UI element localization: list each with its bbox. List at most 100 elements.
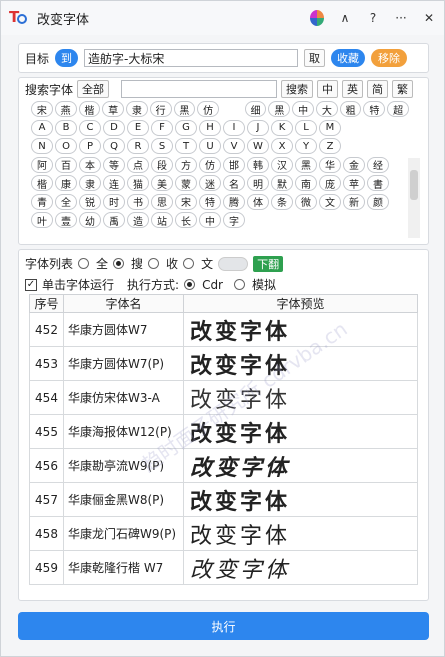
filter-chip[interactable]: 庞 <box>319 175 341 192</box>
filter-chip[interactable]: J <box>247 119 269 136</box>
filter-chip[interactable]: 中 <box>199 212 221 229</box>
filter-chip[interactable]: 隶 <box>126 101 148 118</box>
filter-chip[interactable]: 南 <box>295 175 317 192</box>
filter-chip[interactable]: M <box>319 119 341 136</box>
table-row[interactable]: 458 华康龙门石碑W9(P) 改变字体 <box>29 516 418 551</box>
next-page-button[interactable]: 下翻 <box>253 255 284 272</box>
filter-chip[interactable]: A <box>31 119 53 136</box>
filter-chip[interactable]: 黑 <box>295 156 317 173</box>
filter-chip[interactable]: 中 <box>292 101 314 118</box>
filter-chip[interactable]: 粗 <box>339 101 362 118</box>
lang-traditional-button[interactable]: 繁 <box>392 80 414 98</box>
filter-chip[interactable]: 新 <box>343 193 365 210</box>
filter-chip[interactable]: 美 <box>151 175 173 192</box>
filter-chip[interactable]: T <box>175 138 197 155</box>
filter-chip[interactable]: P <box>79 138 101 155</box>
filter-chip[interactable]: 禹 <box>103 212 125 229</box>
method-cdr-radio[interactable] <box>184 279 196 290</box>
collect-button[interactable]: 收藏 <box>331 49 366 67</box>
table-row[interactable]: 454 华康仿宋体W3-A 改变字体 <box>29 380 418 415</box>
filter-chip[interactable]: 时 <box>103 193 125 210</box>
filter-chip[interactable]: 文 <box>319 193 341 210</box>
filter-chip[interactable]: 阿 <box>31 156 53 173</box>
filter-chip[interactable]: 隶 <box>79 175 101 192</box>
filter-chip[interactable]: L <box>295 119 317 136</box>
lang-simplified-button[interactable]: 简 <box>367 80 389 98</box>
filter-chip[interactable]: 长 <box>175 212 197 229</box>
filter-chip[interactable]: 腾 <box>223 193 245 210</box>
more-icon[interactable]: ··· <box>394 11 408 25</box>
filter-chip[interactable]: X <box>271 138 293 155</box>
filter-chip[interactable]: 黑 <box>268 101 291 118</box>
table-row[interactable]: 456 华康勘亭流W9(P) 改变字体 <box>29 448 418 483</box>
filter-chip[interactable]: N <box>31 138 53 155</box>
filter-chip[interactable]: 叶 <box>31 212 53 229</box>
filter-chip[interactable]: 体 <box>247 193 269 210</box>
filter-chip[interactable]: Z <box>319 138 341 155</box>
filter-chip[interactable]: 字 <box>223 212 245 229</box>
filter-chip[interactable]: K <box>271 119 293 136</box>
help-icon[interactable]: ? <box>366 11 380 25</box>
filter-chip[interactable]: 特 <box>199 193 221 210</box>
filter-chip[interactable]: 全 <box>55 193 77 210</box>
filter-chip[interactable]: 仿 <box>197 101 219 118</box>
filter-chip[interactable]: 点 <box>127 156 149 173</box>
filter-chip[interactable]: Q <box>103 138 125 155</box>
all-button[interactable]: 全部 <box>77 80 110 98</box>
close-icon[interactable]: ✕ <box>422 11 436 25</box>
filter-chip[interactable]: 行 <box>149 101 172 118</box>
search-input[interactable] <box>121 80 278 98</box>
filter-chip[interactable]: C <box>79 119 101 136</box>
table-row[interactable]: 457 华康俪金黑W8(P) 改变字体 <box>29 482 418 517</box>
filter-chip[interactable]: 楷 <box>31 175 53 192</box>
filter-chip[interactable]: 金 <box>343 156 365 173</box>
filter-chip[interactable]: 康 <box>55 175 77 192</box>
filter-chip[interactable]: 青 <box>31 193 53 210</box>
filter-chip[interactable]: 明 <box>247 175 269 192</box>
filter-chip[interactable]: 超 <box>387 101 409 118</box>
filter-chip[interactable]: 書 <box>367 175 389 192</box>
filter-chip[interactable]: 壹 <box>55 212 77 229</box>
filter-chip[interactable]: 连 <box>103 175 125 192</box>
filter-chip[interactable]: I <box>223 119 245 136</box>
filter-chip[interactable]: 方 <box>175 156 197 173</box>
filter-text-radio[interactable] <box>183 258 195 269</box>
collapse-icon[interactable]: ∧ <box>338 11 352 25</box>
method-simulate-radio[interactable] <box>234 279 245 290</box>
filter-chip[interactable]: 颜 <box>367 193 389 210</box>
filter-chip[interactable]: 站 <box>151 212 173 229</box>
filter-chip[interactable]: D <box>103 119 125 136</box>
filter-chip[interactable]: 特 <box>363 101 386 118</box>
filter-chip[interactable]: Y <box>295 138 317 155</box>
filter-chip[interactable]: B <box>55 119 77 136</box>
filter-chip[interactable]: F <box>151 119 173 136</box>
filter-chip[interactable]: 大 <box>315 101 338 118</box>
filter-chip[interactable]: 燕 <box>54 101 77 118</box>
filter-chip[interactable]: W <box>247 138 269 155</box>
theme-icon[interactable] <box>310 10 324 26</box>
filter-chip[interactable]: 等 <box>103 156 125 173</box>
filter-chip[interactable]: 韩 <box>247 156 269 173</box>
filter-search-radio[interactable] <box>113 258 125 269</box>
filter-collect-radio[interactable] <box>148 258 160 269</box>
lang-en-button[interactable]: 英 <box>342 80 364 98</box>
filter-chip[interactable]: U <box>199 138 221 155</box>
filter-chip[interactable]: 经 <box>367 156 389 173</box>
filter-chip[interactable]: 细 <box>244 101 267 118</box>
filter-chip[interactable]: 迷 <box>199 175 221 192</box>
filter-chip[interactable]: H <box>199 119 221 136</box>
filter-chip[interactable]: 邯 <box>223 156 245 173</box>
filter-chip[interactable]: S <box>151 138 173 155</box>
filter-chip[interactable]: E <box>127 119 149 136</box>
filter-chip[interactable]: R <box>127 138 149 155</box>
table-row[interactable]: 459 华康乾隆行楷 W7 改变字体 <box>29 550 418 585</box>
filter-chip[interactable]: 蒙 <box>175 175 197 192</box>
execute-button[interactable]: 执行 <box>18 612 429 640</box>
table-row[interactable]: 452 华康方圆体W7 改变字体 <box>29 312 418 347</box>
filter-chip[interactable]: V <box>223 138 245 155</box>
table-row[interactable]: 453 华康方圆体W7(P) 改变字体 <box>29 346 418 381</box>
filter-chip[interactable]: 仿 <box>199 156 221 173</box>
filter-chip[interactable]: 微 <box>295 193 317 210</box>
filter-chip[interactable]: 默 <box>271 175 293 192</box>
filter-chip[interactable]: 锐 <box>79 193 101 210</box>
